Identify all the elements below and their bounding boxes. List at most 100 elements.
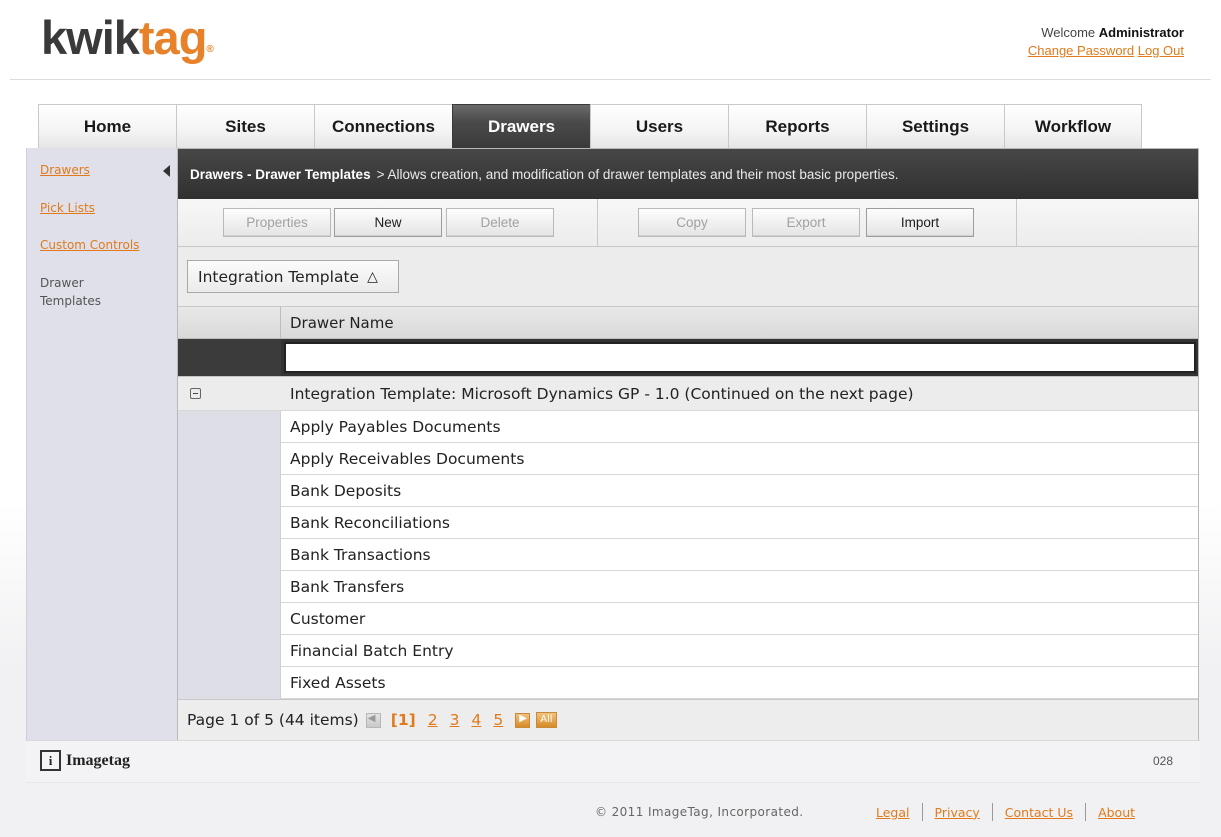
delete-button[interactable]: Delete	[446, 208, 554, 237]
table-row: Financial Batch Entry	[178, 635, 1198, 667]
change-password-link[interactable]: Change Password	[1028, 43, 1134, 58]
account-links: Change Password Log Out	[1028, 42, 1184, 60]
row-indent	[178, 539, 281, 571]
group-row: Integration Template: Microsoft Dynamics…	[178, 377, 1198, 411]
sidebar-item-pick-lists[interactable]: Pick Lists	[40, 201, 95, 215]
page-title-bar: Drawers - Drawer Templates > Allows crea…	[178, 149, 1198, 199]
pager-current-page: [1]	[390, 711, 416, 729]
tab-workflow[interactable]: Workflow	[1004, 104, 1142, 148]
export-button[interactable]: Export	[752, 208, 860, 237]
properties-button[interactable]: Properties	[223, 208, 331, 237]
imagetag-logo: i Imagetag	[40, 750, 130, 771]
row-indent	[178, 507, 281, 539]
tab-sites[interactable]: Sites	[176, 104, 314, 148]
table-row: Fixed Assets	[178, 667, 1198, 699]
footer-divider	[991, 803, 993, 821]
group-by-chip[interactable]: Integration Template △	[187, 260, 399, 293]
footer-bar: i Imagetag 028	[26, 740, 1200, 783]
tab-drawers[interactable]: Drawers	[452, 104, 590, 148]
pager-all-button[interactable]: All	[536, 712, 557, 728]
contact-us-link[interactable]: Contact Us	[1005, 805, 1073, 820]
group-by-panel: Integration Template △	[178, 247, 1198, 307]
header-divider	[10, 79, 1211, 80]
table-row: Bank Deposits	[178, 475, 1198, 507]
group-row-label: Integration Template: Microsoft Dynamics…	[290, 384, 914, 403]
table-row: Bank Reconciliations	[178, 507, 1198, 539]
drawer-name-cell[interactable]: Bank Deposits	[281, 475, 1198, 507]
tab-users[interactable]: Users	[590, 104, 728, 148]
table-row: Customer	[178, 603, 1198, 635]
username: Administrator	[1098, 25, 1184, 40]
filter-row	[178, 339, 1198, 377]
tab-home[interactable]: Home	[38, 104, 176, 148]
welcome-panel: Welcome Administrator Change Password Lo…	[1028, 24, 1184, 60]
row-indent	[178, 635, 281, 667]
drawer-name-cell[interactable]: Bank Transfers	[281, 571, 1198, 603]
row-indent	[178, 443, 281, 475]
next-page-icon[interactable]	[515, 712, 531, 728]
imagetag-brand: Imagetag	[66, 751, 130, 769]
row-indent	[178, 603, 281, 635]
table-row: Bank Transactions	[178, 539, 1198, 571]
filter-cell	[281, 339, 1198, 376]
first-page-icon[interactable]	[365, 712, 381, 728]
row-indent	[178, 667, 281, 699]
pager-page-5[interactable]: 5	[493, 711, 503, 729]
drawer-name-cell[interactable]: Fixed Assets	[281, 667, 1198, 699]
drawer-name-cell[interactable]: Bank Reconciliations	[281, 507, 1198, 539]
toolbar: Properties New Delete Copy Export Import	[178, 199, 1198, 247]
welcome-prefix: Welcome	[1041, 25, 1096, 40]
sidebar-item-custom-controls[interactable]: Custom Controls	[40, 238, 139, 252]
tab-settings[interactable]: Settings	[866, 104, 1004, 148]
row-indent	[178, 475, 281, 507]
filter-row-indent	[178, 339, 281, 376]
page-title: Drawers - Drawer Templates	[190, 166, 371, 182]
footer-divider	[921, 803, 923, 821]
drawer-name-filter-input[interactable]	[284, 342, 1196, 373]
logo-registered-mark: ®	[206, 44, 213, 55]
drawer-name-cell[interactable]: Apply Receivables Documents	[281, 443, 1198, 475]
sidebar-item-drawer-templates: Drawer Templates	[40, 276, 102, 308]
drawer-name-cell[interactable]: Apply Payables Documents	[281, 411, 1198, 443]
table-row: Bank Transfers	[178, 571, 1198, 603]
new-button[interactable]: New	[334, 208, 442, 237]
drawer-name-cell[interactable]: Customer	[281, 603, 1198, 635]
sort-ascending-icon: △	[367, 268, 378, 285]
grid-header: Drawer Name	[178, 307, 1198, 339]
row-indent	[178, 571, 281, 603]
import-button[interactable]: Import	[866, 208, 974, 237]
about-link[interactable]: About	[1098, 805, 1135, 820]
pager: Page 1 of 5 (44 items) [1] 2 3 4 5 All	[178, 699, 1198, 740]
kwiktag-logo: kwiktag®	[41, 8, 214, 68]
drawer-name-cell[interactable]: Financial Batch Entry	[281, 635, 1198, 667]
privacy-link[interactable]: Privacy	[935, 805, 980, 820]
table-row: Apply Receivables Documents	[178, 443, 1198, 475]
column-header-drawer-name[interactable]: Drawer Name	[281, 307, 1198, 338]
grid-header-indent	[178, 307, 281, 338]
pager-summary: Page 1 of 5 (44 items)	[187, 711, 359, 729]
left-sidebar: Drawers Pick Lists Custom Controls Drawe…	[26, 148, 177, 740]
drawer-name-cell[interactable]: Bank Transactions	[281, 539, 1198, 571]
chevron-left-icon[interactable]	[163, 165, 170, 177]
group-row-indent	[178, 377, 281, 410]
pager-page-2[interactable]: 2	[428, 711, 438, 729]
welcome-line: Welcome Administrator	[1028, 24, 1184, 42]
collapse-minus-icon[interactable]	[190, 388, 201, 399]
drawer-templates-grid: Drawer Name Integration Template: Micros…	[178, 307, 1198, 699]
tab-reports[interactable]: Reports	[728, 104, 866, 148]
main-nav-tabs: Home Sites Connections Drawers Users Rep…	[38, 104, 1142, 148]
logo-text-kwik: kwik	[41, 11, 140, 64]
copy-button[interactable]: Copy	[638, 208, 746, 237]
sidebar-item-drawers[interactable]: Drawers	[40, 163, 90, 177]
table-row: Apply Payables Documents	[178, 411, 1198, 443]
pager-page-4[interactable]: 4	[471, 711, 481, 729]
legal-link[interactable]: Legal	[876, 805, 910, 820]
pager-page-3[interactable]: 3	[450, 711, 460, 729]
page-description: > Allows creation, and modification of d…	[376, 166, 899, 182]
build-code: 028	[1152, 754, 1173, 768]
main-panel: Drawers - Drawer Templates > Allows crea…	[177, 148, 1199, 740]
copyright-text: © 2011 ImageTag, Incorporated.	[595, 805, 804, 819]
tab-connections[interactable]: Connections	[314, 104, 452, 148]
footer-links: Legal Privacy Contact Us About	[876, 803, 1135, 821]
logout-link[interactable]: Log Out	[1138, 43, 1184, 58]
